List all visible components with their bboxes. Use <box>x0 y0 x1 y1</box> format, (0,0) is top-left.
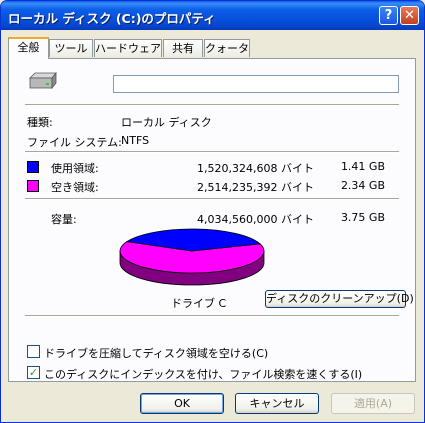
drive-label: ドライブ C <box>171 297 227 310</box>
type-value: ローカル ディスク <box>121 116 212 129</box>
properties-window: ローカル ディスク (C:)のプロパティ ? ✕ 全般 ツール ハードウェア 共… <box>0 0 425 423</box>
cancel-button[interactable]: キャンセル <box>235 393 319 414</box>
capacity-bytes: 4,034,560,000 バイト <box>197 213 314 226</box>
separator <box>25 315 399 317</box>
free-space-bytes: 2,514,235,392 バイト <box>197 181 314 194</box>
apply-button[interactable]: 適用(A) <box>331 393 415 414</box>
separator <box>25 104 399 106</box>
free-space-gb: 2.34 GB <box>340 179 385 192</box>
drive-icon <box>27 71 57 94</box>
close-button[interactable]: ✕ <box>400 6 419 25</box>
tab-general[interactable]: 全般 <box>8 37 49 59</box>
ok-button[interactable]: OK <box>140 393 224 414</box>
used-space-bytes: 1,520,324,608 バイト <box>197 162 314 175</box>
title-bar[interactable]: ローカル ディスク (C:)のプロパティ ? ✕ <box>1 1 424 30</box>
separator <box>25 151 399 153</box>
index-checkbox[interactable]: ✓ <box>27 366 40 379</box>
used-space-gb: 1.41 GB <box>340 160 385 173</box>
general-panel: 種類: ローカル ディスク ファイル システム: NTFS 使用領域: 1,52… <box>8 58 416 382</box>
free-space-swatch <box>27 180 39 192</box>
tab-hardware[interactable]: ハードウェア <box>94 39 162 57</box>
disk-usage-pie-chart <box>119 228 265 286</box>
filesystem-label: ファイル システム: <box>27 136 122 149</box>
index-label[interactable]: このディスクにインデックスを付け、ファイル検索を速くする(I) <box>44 366 362 382</box>
filesystem-value: NTFS <box>121 134 150 147</box>
compress-checkbox[interactable] <box>27 345 40 358</box>
separator <box>25 198 399 200</box>
capacity-label: 容量: <box>51 213 77 226</box>
capacity-gb: 3.75 GB <box>340 211 385 224</box>
used-space-label: 使用領域: <box>51 162 99 175</box>
help-button[interactable]: ? <box>379 6 398 25</box>
window-title: ローカル ディスク (C:)のプロパティ <box>8 11 216 26</box>
compress-label[interactable]: ドライブを圧縮してディスク領域を空ける(C) <box>44 345 268 361</box>
tab-sharing[interactable]: 共有 <box>163 39 203 57</box>
used-space-swatch <box>27 161 39 173</box>
tab-quota[interactable]: クォータ <box>204 39 250 57</box>
disk-cleanup-button[interactable]: ディスクのクリーンアップ(D) <box>265 290 414 308</box>
tab-tools[interactable]: ツール <box>49 39 93 57</box>
volume-name-input[interactable] <box>113 75 399 93</box>
free-space-label: 空き領域: <box>51 181 99 194</box>
type-label: 種類: <box>27 116 53 129</box>
